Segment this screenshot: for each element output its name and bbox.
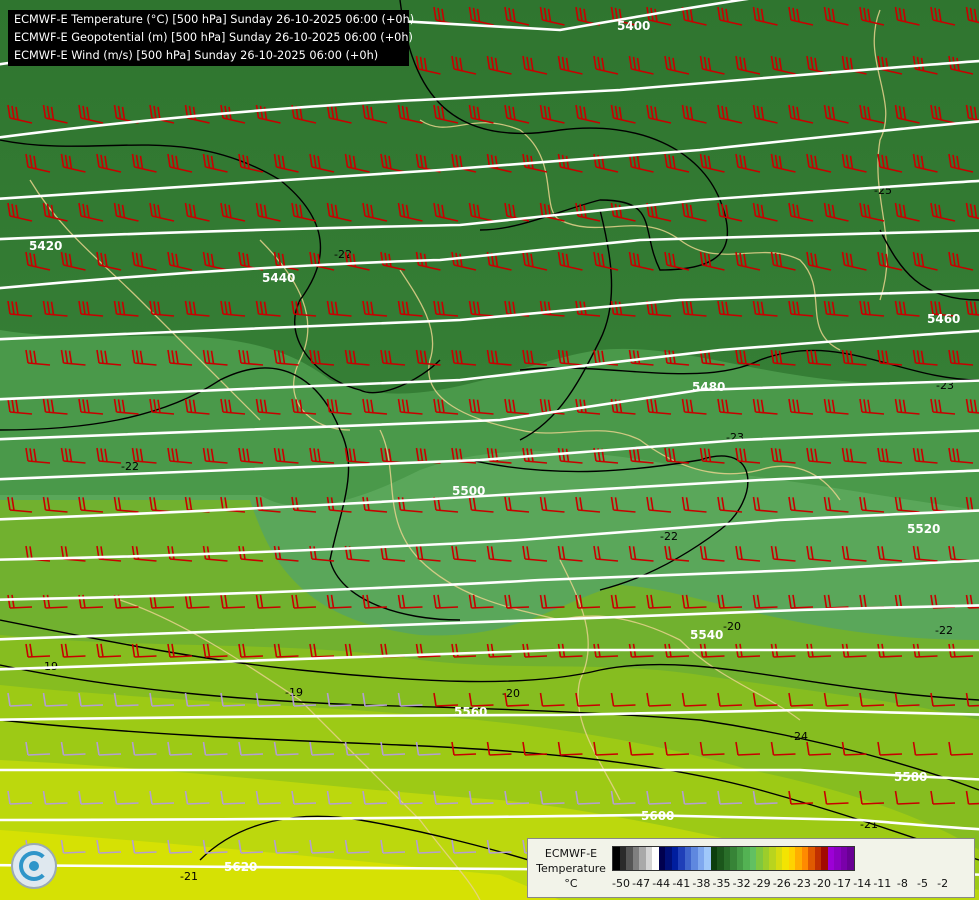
legend-title-line2: Temperature (536, 862, 606, 875)
legend-tick: -11 (873, 877, 892, 890)
info-geopotential: ECMWF-E Geopotential (m) [500 hPa] Sunda… (14, 31, 413, 44)
legend-swatch (847, 847, 854, 870)
geopotential-label: 5540 (690, 628, 723, 642)
geopotential-label: 5600 (641, 809, 674, 823)
weather-map[interactable]: -25 -23 -22 -22 -20 -19 -19 -20 -21 -22 … (0, 0, 979, 900)
logo-dot (29, 861, 39, 871)
legend-tick: -20 (813, 877, 831, 890)
legend-unit: °C (564, 877, 578, 890)
info-box: ECMWF-E Temperature (°C) [500 hPa] Sunda… (8, 10, 415, 66)
info-temperature: ECMWF-E Temperature (°C) [500 hPa] Sunda… (14, 13, 415, 26)
temperature-label: -22 (660, 530, 678, 543)
legend-title-line1: ECMWF-E (544, 847, 598, 860)
geopotential-label: 5400 (617, 19, 650, 33)
legend-tick: -47 (632, 877, 651, 890)
geopotential-label: 5500 (452, 484, 485, 498)
geopotential-label: 5480 (692, 380, 725, 394)
geopotential-label: 5580 (894, 770, 927, 784)
temperature-label: -24 (790, 730, 808, 743)
legend-tick: -41 (672, 877, 691, 890)
geopotential-label: 5560 (454, 705, 487, 719)
temperature-legend: ECMWF-E Temperature °C -50 -47 -44 -41 -38 -3… (527, 838, 975, 898)
ecmwf-swirl-icon (11, 843, 57, 889)
legend-tick: -2 (937, 877, 949, 890)
geopotential-label: 5460 (927, 312, 960, 326)
geopotential-label: 5420 (29, 239, 62, 253)
legend-tick: -35 (712, 877, 731, 890)
legend-tick: -5 (917, 877, 928, 890)
legend-title: ECMWF-E Temperature °C (531, 846, 611, 891)
legend-tick: -32 (732, 877, 751, 890)
temperature-label: -21 (180, 870, 198, 883)
temperature-label: -19 (285, 686, 303, 699)
geopotential-label: 5620 (224, 860, 257, 874)
legend-tick: -29 (752, 877, 771, 890)
legend-tick: -23 (792, 877, 811, 890)
legend-tick: -26 (772, 877, 791, 890)
legend-tick: -8 (896, 877, 908, 890)
temperature-label: -20 (723, 620, 741, 633)
legend-tick: -50 (612, 877, 630, 890)
temperature-label: -22 (935, 624, 953, 637)
legend-tick: -38 (692, 877, 711, 890)
legend-tick: -14 (853, 877, 872, 890)
legend-tick: -17 (833, 877, 852, 890)
info-wind: ECMWF-E Wind (m/s) [500 hPa] Sunday 26-1… (14, 49, 379, 62)
geopotential-label: 5440 (262, 271, 295, 285)
legend-colorbar (612, 846, 855, 871)
geopotential-label: 5520 (907, 522, 940, 536)
legend-tick: -44 (652, 877, 671, 890)
